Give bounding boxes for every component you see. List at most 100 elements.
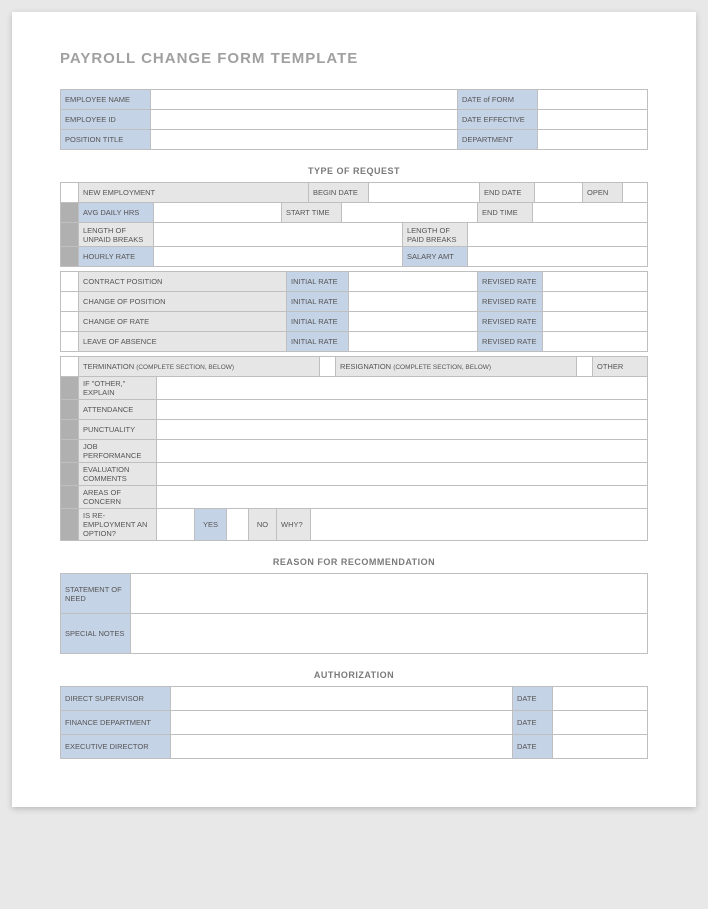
field-date-1[interactable]: [553, 687, 648, 711]
label-contract-position: CONTRACT POSITION: [79, 272, 287, 292]
label-revised-rate-1: REVISED RATE: [478, 272, 543, 292]
form-page: PAYROLL CHANGE FORM TEMPLATE EMPLOYEE NA…: [12, 12, 696, 807]
field-length-paid[interactable]: [468, 223, 648, 247]
label-other: OTHER: [593, 357, 648, 377]
label-revised-rate-3: REVISED RATE: [478, 312, 543, 332]
label-salary-amt: SALARY AMT: [403, 247, 468, 267]
label-resignation: RESIGNATION (COMPLETE SECTION, BELOW): [335, 357, 576, 377]
field-date-effective[interactable]: [538, 110, 648, 130]
field-job-performance[interactable]: [157, 440, 648, 463]
spacer: [61, 486, 79, 509]
checkbox-resignation[interactable]: [319, 357, 335, 377]
label-yes: YES: [195, 509, 227, 541]
field-revised-rate-1[interactable]: [543, 272, 648, 292]
field-executive-director[interactable]: [171, 735, 513, 759]
field-avg-daily-hrs[interactable]: [154, 203, 282, 223]
field-finance-department[interactable]: [171, 711, 513, 735]
field-revised-rate-2[interactable]: [543, 292, 648, 312]
label-revised-rate-2: REVISED RATE: [478, 292, 543, 312]
field-date-2[interactable]: [553, 711, 648, 735]
field-areas-concern[interactable]: [157, 486, 648, 509]
field-punctuality[interactable]: [157, 420, 648, 440]
field-if-other[interactable]: [157, 377, 648, 400]
text-resignation-note: (COMPLETE SECTION, BELOW): [393, 364, 491, 371]
field-statement-of-need[interactable]: [131, 574, 648, 614]
checkbox-change-position[interactable]: [61, 292, 79, 312]
field-begin-date[interactable]: [369, 183, 480, 203]
spacer: [61, 509, 79, 541]
label-begin-date: BEGIN DATE: [309, 183, 369, 203]
field-initial-rate-1[interactable]: [349, 272, 478, 292]
label-if-other: IF "OTHER," EXPLAIN: [79, 377, 157, 400]
request-detail-rows: IF "OTHER," EXPLAIN ATTENDANCE PUNCTUALI…: [60, 376, 648, 509]
label-termination: TERMINATION (COMPLETE SECTION, BELOW): [79, 357, 320, 377]
text-resignation: RESIGNATION: [340, 362, 391, 371]
field-employee-name[interactable]: [151, 90, 458, 110]
field-length-unpaid[interactable]: [154, 223, 403, 247]
label-initial-rate-4: INITIAL RATE: [287, 332, 349, 352]
field-evaluation-comments[interactable]: [157, 463, 648, 486]
field-date-of-form[interactable]: [538, 90, 648, 110]
text-termination: TERMINATION: [83, 362, 134, 371]
label-start-time: START TIME: [282, 203, 342, 223]
spacer: [61, 420, 79, 440]
label-avg-daily-hrs: AVG DAILY HRS: [79, 203, 154, 223]
request-row-hourly: HOURLY RATE SALARY AMT: [60, 246, 648, 267]
label-no: NO: [249, 509, 277, 541]
field-initial-rate-3[interactable]: [349, 312, 478, 332]
spacer: [61, 247, 79, 267]
checkbox-change-rate[interactable]: [61, 312, 79, 332]
heading-reason: REASON FOR RECOMMENDATION: [60, 557, 648, 567]
field-start-time[interactable]: [342, 203, 478, 223]
checkbox-no[interactable]: [227, 509, 249, 541]
request-reemployment-row: IS RE-EMPLOYMENT AN OPTION? YES NO WHY?: [60, 508, 648, 541]
field-direct-supervisor[interactable]: [171, 687, 513, 711]
field-employee-id[interactable]: [151, 110, 458, 130]
field-department[interactable]: [538, 130, 648, 150]
label-why: WHY?: [277, 509, 311, 541]
field-end-time[interactable]: [533, 203, 648, 223]
label-initial-rate-1: INITIAL RATE: [287, 272, 349, 292]
label-date-1: DATE: [513, 687, 553, 711]
request-row-new-employment: NEW EMPLOYMENT BEGIN DATE END DATE OPEN: [60, 182, 648, 203]
label-end-date: END DATE: [480, 183, 535, 203]
label-revised-rate-4: REVISED RATE: [478, 332, 543, 352]
checkbox-other[interactable]: [577, 357, 593, 377]
spacer: [61, 203, 79, 223]
field-revised-rate-4[interactable]: [543, 332, 648, 352]
checkbox-termination[interactable]: [61, 357, 79, 377]
label-statement-of-need: STATEMENT OF NEED: [61, 574, 131, 614]
field-hourly-rate[interactable]: [154, 247, 403, 267]
authorization-table: DIRECT SUPERVISOR DATE FINANCE DEPARTMEN…: [60, 686, 648, 759]
field-end-date[interactable]: [535, 183, 583, 203]
checkbox-yes[interactable]: [157, 509, 195, 541]
label-date-2: DATE: [513, 711, 553, 735]
label-department: DEPARTMENT: [458, 130, 538, 150]
field-salary-amt[interactable]: [468, 247, 648, 267]
reason-table: STATEMENT OF NEED SPECIAL NOTES: [60, 573, 648, 654]
label-date-of-form: DATE of FORM: [458, 90, 538, 110]
checkbox-new-employment[interactable]: [61, 183, 79, 203]
spacer: [61, 463, 79, 486]
field-why[interactable]: [311, 509, 648, 541]
field-initial-rate-4[interactable]: [349, 332, 478, 352]
field-attendance[interactable]: [157, 400, 648, 420]
checkbox-leave-absence[interactable]: [61, 332, 79, 352]
field-initial-rate-2[interactable]: [349, 292, 478, 312]
employee-table: EMPLOYEE NAME DATE of FORM EMPLOYEE ID D…: [60, 89, 648, 150]
label-length-paid: LENGTH OF PAID BREAKS: [403, 223, 468, 247]
label-direct-supervisor: DIRECT SUPERVISOR: [61, 687, 171, 711]
label-employee-id: EMPLOYEE ID: [61, 110, 151, 130]
text-termination-note: (COMPLETE SECTION, BELOW): [136, 364, 234, 371]
heading-authorization: AUTHORIZATION: [60, 670, 648, 680]
label-date-effective: DATE EFFECTIVE: [458, 110, 538, 130]
checkbox-open[interactable]: [623, 183, 648, 203]
label-special-notes: SPECIAL NOTES: [61, 614, 131, 654]
request-row-breaks: LENGTH OF UNPAID BREAKS LENGTH OF PAID B…: [60, 222, 648, 247]
field-special-notes[interactable]: [131, 614, 648, 654]
field-revised-rate-3[interactable]: [543, 312, 648, 332]
checkbox-contract-position[interactable]: [61, 272, 79, 292]
field-date-3[interactable]: [553, 735, 648, 759]
field-position-title[interactable]: [151, 130, 458, 150]
label-executive-director: EXECUTIVE DIRECTOR: [61, 735, 171, 759]
